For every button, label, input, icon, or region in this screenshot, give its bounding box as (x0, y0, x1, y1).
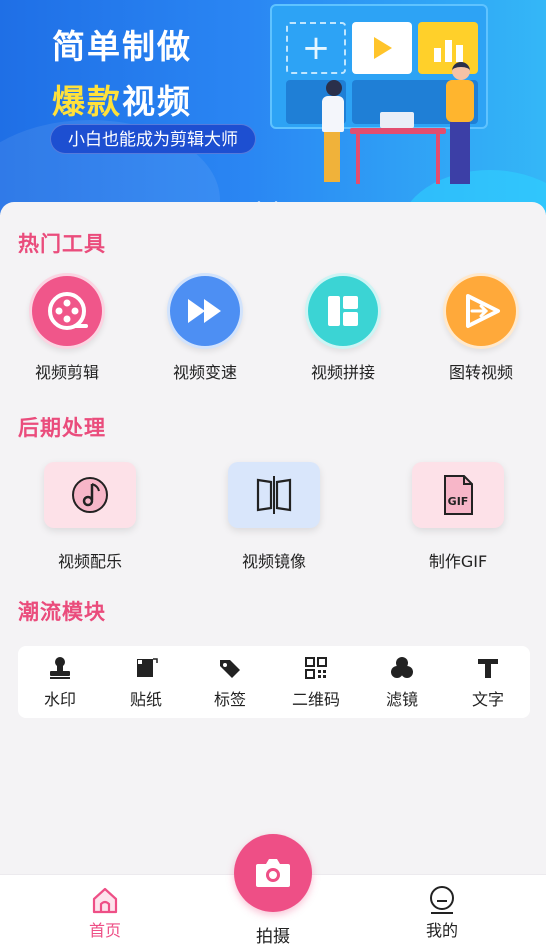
tool-label: 视频拼接 (310, 363, 375, 382)
user-icon (402, 881, 482, 915)
plus-icon: + (286, 22, 346, 74)
trend-item-sticker[interactable]: 贴纸 (106, 656, 186, 710)
tool-video-edit[interactable]: 视频剪辑 (12, 273, 122, 383)
music-note-icon (44, 462, 136, 528)
section-title-hot-tools: 热门工具 (18, 232, 106, 256)
stamp-icon (20, 656, 100, 682)
banner-title: 爆款视频 (52, 75, 192, 123)
banner-title-highlight: 爆款 (52, 82, 122, 121)
post-tool-label: 视频镜像 (241, 552, 306, 571)
tab-mine[interactable]: 我的 (402, 881, 482, 941)
text-icon (448, 656, 528, 682)
promo-banner[interactable]: 简单制做 爆款视频 小白也能成为剪辑大师 + • • (0, 0, 546, 215)
illustration-desk (350, 128, 446, 134)
camera-icon (256, 859, 290, 887)
tool-image-to-video[interactable]: 图转视频 (426, 273, 536, 383)
layout-grid-icon (305, 273, 381, 349)
play-icon (352, 22, 412, 74)
illustration-person (318, 80, 346, 185)
tab-label: 首页 (88, 921, 121, 940)
post-tool-gif[interactable]: GIF 制作GIF (398, 462, 518, 572)
film-reel-icon (29, 273, 105, 349)
home-icon (65, 881, 145, 915)
trend-item-label: 标签 (213, 690, 246, 709)
svg-text:GIF: GIF (448, 495, 469, 508)
illustration-person (440, 62, 480, 187)
trend-item-filter[interactable]: 滤镜 (362, 656, 442, 710)
trend-item-qr-code[interactable]: 二维码 (276, 656, 356, 710)
gif-file-icon: GIF (412, 462, 504, 528)
post-tool-label: 制作GIF (428, 552, 488, 571)
tool-label: 视频剪辑 (34, 363, 99, 382)
illustration-desk-leg (356, 134, 360, 184)
tab-home[interactable]: 首页 (65, 881, 145, 941)
sticker-icon (106, 656, 186, 682)
trend-item-watermark[interactable]: 水印 (20, 656, 100, 710)
image-to-video-icon (443, 273, 519, 349)
trend-module-card: 水印 贴纸 标签 二维码 滤镜 文字 (18, 646, 530, 718)
banner-title: 简单制做 (52, 27, 192, 66)
trend-item-label: 文字 (471, 690, 504, 709)
post-tool-mirror[interactable]: 视频镜像 (214, 462, 334, 572)
trend-item-label: 贴纸 (129, 690, 162, 709)
banner-subtitle: 小白也能成为剪辑大师 (50, 124, 256, 154)
trend-item-label: 滤镜 (385, 690, 418, 709)
post-tool-label: 视频配乐 (57, 552, 122, 571)
trend-item-tag[interactable]: 标签 (190, 656, 270, 710)
banner-title-rest: 视频 (122, 82, 192, 121)
tool-label: 视频变速 (172, 363, 237, 382)
illustration-laptop (380, 112, 414, 128)
tool-video-stitch[interactable]: 视频拼接 (288, 273, 398, 383)
section-title-trend-modules: 潮流模块 (18, 600, 106, 624)
section-title-post-processing: 后期处理 (18, 416, 106, 440)
fast-forward-icon (167, 273, 243, 349)
tag-icon (190, 656, 270, 682)
qr-code-icon (276, 656, 356, 682)
trend-item-label: 二维码 (291, 690, 340, 709)
trend-item-label: 水印 (43, 690, 76, 709)
shoot-button[interactable] (234, 834, 312, 912)
tool-video-speed[interactable]: 视频变速 (150, 273, 260, 383)
shoot-label: 拍摄 (256, 927, 290, 946)
trend-item-text[interactable]: 文字 (448, 656, 528, 710)
tab-label: 我的 (425, 921, 458, 940)
filter-icon (362, 656, 442, 682)
post-tool-music[interactable]: 视频配乐 (30, 462, 150, 572)
tool-label: 图转视频 (448, 363, 513, 382)
mirror-icon (228, 462, 320, 528)
